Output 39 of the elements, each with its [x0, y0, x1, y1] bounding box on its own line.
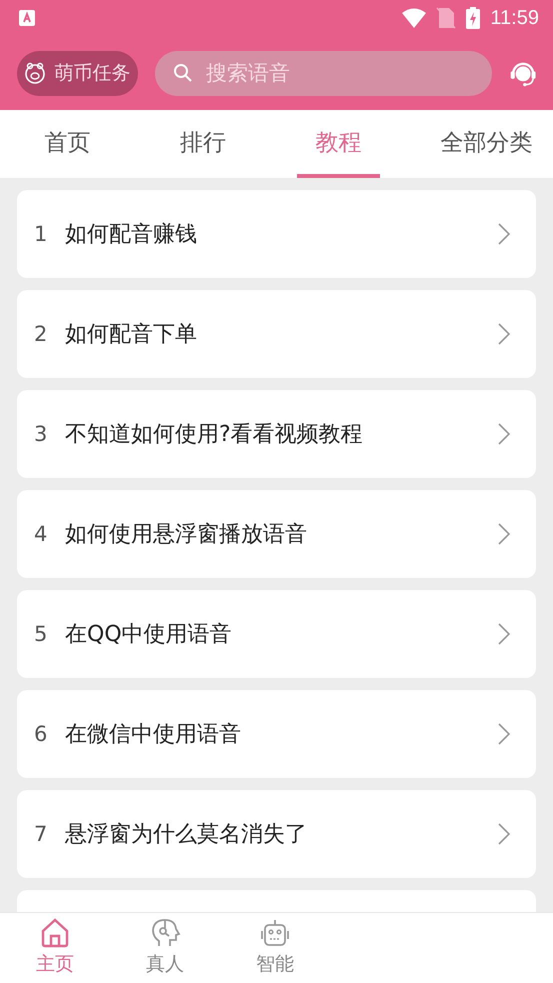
pig-face-icon	[24, 62, 46, 84]
item-number: 1	[34, 222, 48, 246]
item-title: 悬浮窗为什么莫名消失了	[65, 821, 308, 849]
search-field[interactable]: 搜索语音	[154, 50, 492, 96]
battery-charging-icon	[466, 7, 480, 29]
item-title: 如何使用悬浮窗播放语音	[65, 521, 308, 549]
chevron-right-icon	[498, 223, 510, 245]
item-number: 2	[34, 322, 48, 346]
item-number: 4	[34, 522, 48, 546]
status-time: 11:59	[490, 6, 539, 30]
tutorial-item[interactable]: 5 在QQ中使用语音	[17, 590, 536, 678]
item-title: 不知道如何使用?看看视频教程	[65, 421, 364, 449]
item-number: 5	[34, 622, 48, 646]
item-title: 如何配音下单	[65, 321, 198, 349]
item-number: 6	[34, 722, 48, 746]
no-sim-icon	[436, 7, 456, 29]
wifi-icon	[402, 8, 426, 28]
item-title: 如何配音赚钱	[65, 221, 198, 249]
tutorial-item[interactable]: 2 如何配音下单	[17, 290, 536, 378]
tutorial-item[interactable]: 4 如何使用悬浮窗播放语音	[17, 490, 536, 578]
chevron-right-icon	[498, 523, 510, 545]
tutorial-item[interactable]: 1 如何配音赚钱	[17, 190, 536, 278]
chevron-right-icon	[498, 823, 510, 845]
robot-icon	[259, 917, 291, 949]
head-headset-icon	[149, 917, 181, 949]
chevron-right-icon	[498, 623, 510, 645]
chevron-right-icon	[498, 723, 510, 745]
chevron-right-icon	[498, 323, 510, 345]
coin-task-button[interactable]: 萌币任务	[17, 50, 138, 96]
item-title: 在QQ中使用语音	[65, 621, 233, 649]
item-title: 在微信中使用语音	[65, 721, 242, 749]
item-number: 7	[34, 822, 48, 846]
tutorial-item[interactable]: 7 悬浮窗为什么莫名消失了	[17, 790, 536, 878]
tutorial-item[interactable]: 6 在微信中使用语音	[17, 690, 536, 778]
app-notification-icon	[19, 10, 35, 26]
chevron-right-icon	[498, 423, 510, 445]
tutorial-item[interactable]: 3 不知道如何使用?看看视频教程	[17, 390, 536, 478]
home-icon	[39, 917, 71, 949]
item-number: 3	[34, 422, 48, 446]
